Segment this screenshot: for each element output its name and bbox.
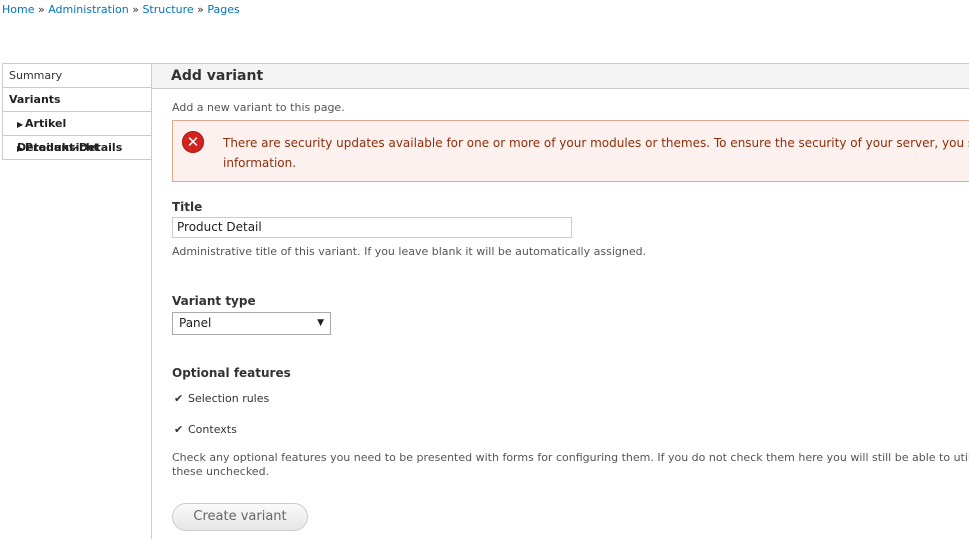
contexts-checkbox[interactable]: ✔ Contexts	[174, 423, 237, 436]
alert-message-line: There are security updates available for…	[223, 136, 969, 150]
breadcrumb-separator: »	[37, 3, 45, 16]
optional-features-label: Optional features	[172, 366, 291, 380]
features-help-line: Check any optional features you need to …	[172, 451, 969, 464]
alert-message-line[interactable]: information.	[223, 153, 969, 173]
security-alert: ✕ There are security updates available f…	[172, 120, 969, 182]
page-title: Add variant	[152, 63, 969, 89]
variant-type-select[interactable]: Panel ▼	[172, 312, 331, 335]
error-icon: ✕	[182, 131, 204, 153]
main-content: Add variant Add a new variant to this pa…	[152, 63, 969, 539]
variant-type-label: Variant type	[172, 294, 256, 308]
tab-summary[interactable]: Summary	[2, 63, 151, 87]
breadcrumb-separator: »	[197, 3, 204, 16]
selection-rules-checkbox[interactable]: ✔ Selection rules	[174, 392, 269, 405]
checkbox-label: Contexts	[188, 423, 237, 436]
alert-message: There are security updates available for…	[223, 133, 969, 173]
features-help-line: these unchecked.	[172, 465, 270, 478]
checkmark-icon: ✔	[174, 392, 184, 405]
checkbox-label: Selection rules	[188, 392, 270, 405]
page-description: Add a new variant to this page.	[172, 101, 345, 114]
breadcrumb-administration-link[interactable]: Administration	[48, 3, 129, 16]
title-label: Title	[172, 200, 203, 214]
caret-down-icon: ▼	[317, 318, 324, 328]
vertical-tabs: Summary Variants ▶ Artikel Detailansicht …	[2, 63, 152, 539]
title-help: Administrative title of this variant. If…	[172, 245, 647, 258]
breadcrumb-pages-link[interactable]: Pages	[207, 3, 239, 16]
breadcrumb-separator: »	[132, 3, 139, 16]
breadcrumb-structure-link[interactable]: Structure	[142, 3, 193, 16]
breadcrumb-home-link[interactable]: Home	[2, 3, 34, 16]
tab-variants[interactable]: Variants	[2, 87, 151, 111]
tab-variant-artikel-detailansicht[interactable]: ▶ Artikel Detailansicht	[2, 111, 151, 154]
tab-variant-label: Produkt-Details	[25, 141, 123, 154]
variant-type-value: Panel	[179, 316, 212, 330]
title-input[interactable]: Product Detail	[172, 217, 572, 238]
tab-variant-produkt-details[interactable]: ▶ Produkt-Details	[2, 135, 151, 160]
create-variant-button[interactable]: Create variant	[172, 503, 308, 531]
breadcrumb: Home » Administration » Structure » Page…	[2, 3, 240, 16]
features-help: Check any optional features you need to …	[172, 451, 969, 479]
triangle-right-icon: ▶	[17, 120, 24, 129]
checkmark-icon: ✔	[174, 423, 184, 436]
triangle-right-icon: ▶	[17, 144, 24, 153]
